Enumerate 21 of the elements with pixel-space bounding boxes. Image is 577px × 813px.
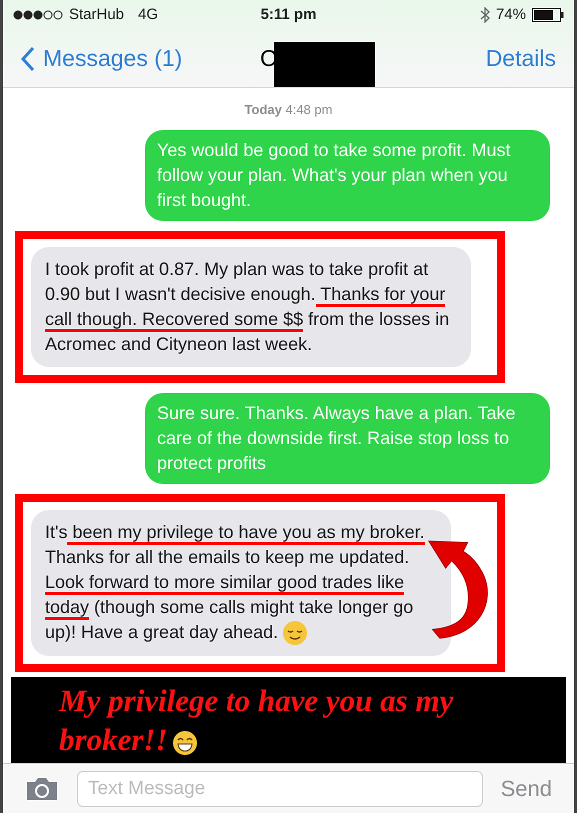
message-text: Yes would be good to take some profit. Must follow your plan. What's your plan when you first bought. xyxy=(157,138,512,212)
battery-percent: 74% xyxy=(496,4,526,25)
details-button[interactable]: Details xyxy=(486,41,556,76)
message-timestamp: Today 4:48 pm xyxy=(244,101,334,119)
caption-text: My privilege to have you as my broker!! xyxy=(59,682,454,759)
grinning-face-icon xyxy=(172,730,198,756)
send-button[interactable]: Send xyxy=(500,772,552,805)
message-text: I took profit at 0.87. My plan was to take profit at 0.90 but I wasn't decisive enough. Thanks for your call though. Recovered some $$ from the losses in Acromec and Cityneon last week. xyxy=(45,258,450,356)
message-input[interactable]: Text Message xyxy=(77,770,483,806)
back-chevron-icon xyxy=(21,46,35,72)
camera-icon xyxy=(25,776,59,802)
clock-time: 5:11 pm xyxy=(260,4,316,25)
bluetooth-icon xyxy=(480,7,490,23)
signal-icon xyxy=(13,10,63,20)
message-text: It's been my privilege to have you as my broker. Thanks for all the emails to keep me updated. Look forward to more similar good trades like today (though some calls might take longer go up)! Have a great day ahead. xyxy=(45,520,437,646)
carrier-name: StarHub xyxy=(69,4,124,25)
smiling-face-icon xyxy=(282,620,308,646)
network-type: 4G xyxy=(138,4,158,25)
battery-icon xyxy=(532,8,564,22)
message-text: Sure sure. Thanks. Always have a plan. Take care of the downside first. Raise stop loss to protect profits xyxy=(157,402,517,475)
back-button[interactable]: Messages (1) xyxy=(21,41,182,76)
